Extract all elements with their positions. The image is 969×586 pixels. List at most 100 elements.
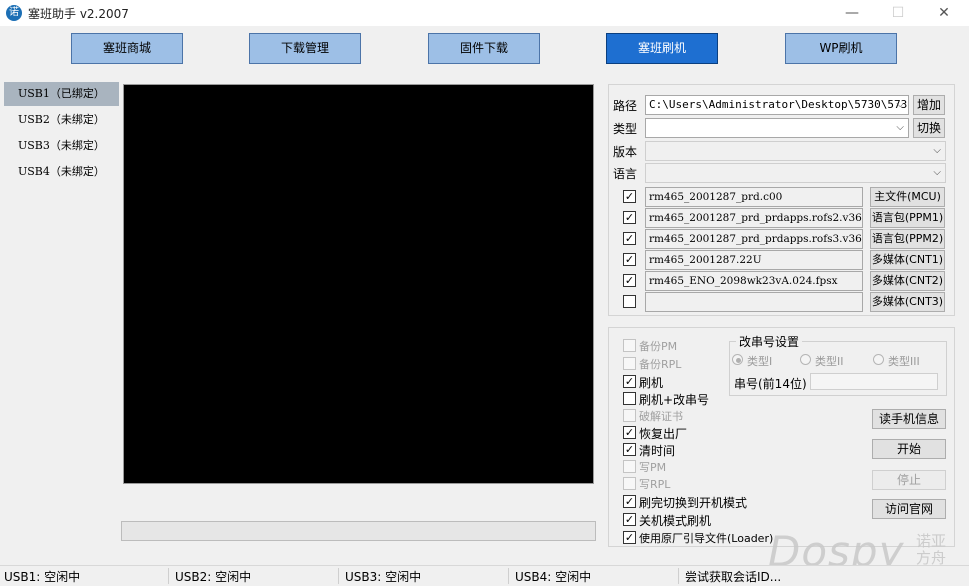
select-mcu-button[interactable]: 主文件(MCU) — [870, 187, 945, 207]
serial-type-label-2: 类型II — [815, 355, 844, 368]
file-name-cnt2[interactable]: rm465_ENO_2098wk23vA.024.fpsx — [645, 271, 863, 291]
usb-list-item[interactable]: USB2（未绑定） — [4, 108, 119, 132]
close-button[interactable]: ✕ — [921, 0, 967, 26]
option-checkbox-crack-cert[interactable] — [623, 409, 636, 422]
option-checkbox-flash-change-imei[interactable] — [623, 392, 636, 405]
option-label-poweroff-flash: 关机模式刷机 — [639, 514, 712, 528]
checkmark-icon: ✓ — [624, 190, 635, 203]
add-path-button[interactable]: 增加 — [913, 95, 945, 115]
chevron-down-icon: ⌵ — [933, 145, 941, 156]
option-label-write-pm: 写PM — [639, 461, 667, 474]
checkmark-icon: ✓ — [624, 531, 635, 544]
option-label-flash: 刷机 — [639, 376, 664, 390]
option-checkbox-switch-boot-mode[interactable]: ✓ — [623, 495, 636, 508]
chevron-down-icon: ⌵ — [896, 99, 904, 110]
usb-list-item[interactable]: USB3（未绑定） — [4, 134, 119, 158]
stop-button[interactable]: 停止 — [872, 470, 946, 490]
path-value: C:\Users\Administrator\Desktop\5730\5730 — [649, 98, 909, 111]
checkmark-icon: ✓ — [624, 232, 635, 245]
visit-website-button[interactable]: 访问官网 — [872, 499, 946, 519]
minimize-button[interactable]: — — [829, 0, 875, 26]
option-label-factory-reset: 恢复出厂 — [639, 427, 688, 441]
progress-bar — [121, 521, 596, 541]
file-name-ppm1[interactable]: rm465_2001287_prd_prdapps.rofs2.v36 — [645, 208, 863, 228]
nav-firmware-download[interactable]: 固件下载 — [428, 33, 540, 64]
usb-list-item[interactable]: USB1（已绑定） — [4, 82, 119, 106]
serial-settings-title: 改串号设置 — [736, 333, 803, 350]
serial-number-label: 串号(前14位) — [734, 377, 807, 391]
nav-wp-flash[interactable]: WP刷机 — [785, 33, 897, 64]
status-usb4: USB4: 空闲中 — [515, 570, 592, 584]
nav-symbian-flash[interactable]: 塞班刷机 — [606, 33, 718, 64]
nav-download-manager[interactable]: 下载管理 — [249, 33, 361, 64]
option-label-backup-pm: 备份PM — [639, 340, 678, 353]
switch-type-button[interactable]: 切换 — [913, 118, 945, 138]
serial-type-radio-1[interactable] — [732, 354, 743, 365]
select-cnt3-button[interactable]: 多媒体(CNT3) — [870, 292, 945, 312]
option-checkbox-backup-rpl[interactable] — [623, 357, 636, 370]
language-label: 语言 — [613, 167, 638, 181]
option-checkbox-factory-reset[interactable]: ✓ — [623, 426, 636, 439]
version-label: 版本 — [613, 145, 638, 159]
path-label: 路径 — [613, 99, 638, 113]
select-ppm2-button[interactable]: 语言包(PPM2) — [870, 229, 945, 249]
status-usb2: USB2: 空闲中 — [175, 570, 252, 584]
title-bar: 诺 塞班助手 v2.2007 — ☐ ✕ — [0, 0, 969, 26]
chevron-down-icon: ⌵ — [896, 122, 904, 133]
status-usb3: USB3: 空闲中 — [345, 570, 422, 584]
option-checkbox-write-pm[interactable] — [623, 460, 636, 473]
file-checkbox-ppm2[interactable]: ✓ — [623, 232, 636, 245]
window-title: 塞班助手 v2.2007 — [28, 7, 129, 21]
option-checkbox-backup-pm[interactable] — [623, 339, 636, 352]
file-name-mcu[interactable]: rm465_2001287_prd.c00 — [645, 187, 863, 207]
option-label-flash-change-imei: 刷机+改串号 — [639, 393, 710, 407]
option-checkbox-clear-time[interactable]: ✓ — [623, 443, 636, 456]
status-usb1: USB1: 空闲中 — [4, 570, 81, 584]
option-checkbox-poweroff-flash[interactable]: ✓ — [623, 513, 636, 526]
serial-type-radio-2[interactable] — [800, 354, 811, 365]
serial-number-input[interactable] — [810, 373, 938, 390]
option-checkbox-write-rpl[interactable] — [623, 477, 636, 490]
version-combobox[interactable]: ⌵ — [645, 141, 946, 161]
type-combobox[interactable]: ⌵ — [645, 118, 909, 138]
file-name-cnt1[interactable]: rm465_2001287.22U — [645, 250, 863, 270]
log-console[interactable] — [123, 84, 594, 484]
usb-list-item[interactable]: USB4（未绑定） — [4, 160, 119, 184]
option-label-switch-boot-mode: 刷完切换到开机模式 — [639, 496, 748, 510]
read-phone-info-button[interactable]: 读手机信息 — [872, 409, 946, 429]
select-ppm1-button[interactable]: 语言包(PPM1) — [870, 208, 945, 228]
type-label: 类型 — [613, 122, 638, 136]
option-checkbox-flash[interactable]: ✓ — [623, 375, 636, 388]
option-label-write-rpl: 写RPL — [639, 478, 671, 491]
file-checkbox-cnt3[interactable] — [623, 295, 636, 308]
checkmark-icon: ✓ — [624, 253, 635, 266]
option-label-clear-time: 清时间 — [639, 444, 676, 458]
checkmark-icon: ✓ — [624, 274, 635, 287]
path-combobox[interactable]: C:\Users\Administrator\Desktop\5730\5730… — [645, 95, 909, 115]
serial-type-radio-3[interactable] — [873, 354, 884, 365]
nav-symbian-store[interactable]: 塞班商城 — [71, 33, 183, 64]
file-checkbox-ppm1[interactable]: ✓ — [623, 211, 636, 224]
checkmark-icon: ✓ — [624, 375, 635, 388]
chevron-down-icon: ⌵ — [933, 167, 941, 178]
option-label-backup-rpl: 备份RPL — [639, 358, 682, 371]
select-cnt1-button[interactable]: 多媒体(CNT1) — [870, 250, 945, 270]
app-logo-icon: 诺 — [6, 5, 22, 21]
option-label-crack-cert: 破解证书 — [639, 410, 683, 423]
maximize-button[interactable]: ☐ — [875, 0, 921, 26]
checkmark-icon: ✓ — [624, 495, 635, 508]
file-name-cnt3[interactable] — [645, 292, 863, 312]
start-button[interactable]: 开始 — [872, 439, 946, 459]
checkmark-icon: ✓ — [624, 443, 635, 456]
file-checkbox-cnt2[interactable]: ✓ — [623, 274, 636, 287]
language-combobox[interactable]: ⌵ — [645, 163, 946, 183]
select-cnt2-button[interactable]: 多媒体(CNT2) — [870, 271, 945, 291]
file-checkbox-mcu[interactable]: ✓ — [623, 190, 636, 203]
checkmark-icon: ✓ — [624, 426, 635, 439]
watermark-subtitle: 诺亚 方舟 — [916, 532, 947, 567]
option-checkbox-original-loader[interactable]: ✓ — [623, 531, 636, 544]
file-name-ppm2[interactable]: rm465_2001287_prd_prdapps.rofs3.v36 — [645, 229, 863, 249]
file-checkbox-cnt1[interactable]: ✓ — [623, 253, 636, 266]
serial-type-label-3: 类型III — [888, 355, 920, 368]
option-label-original-loader: 使用原厂引导文件(Loader) — [639, 532, 774, 545]
